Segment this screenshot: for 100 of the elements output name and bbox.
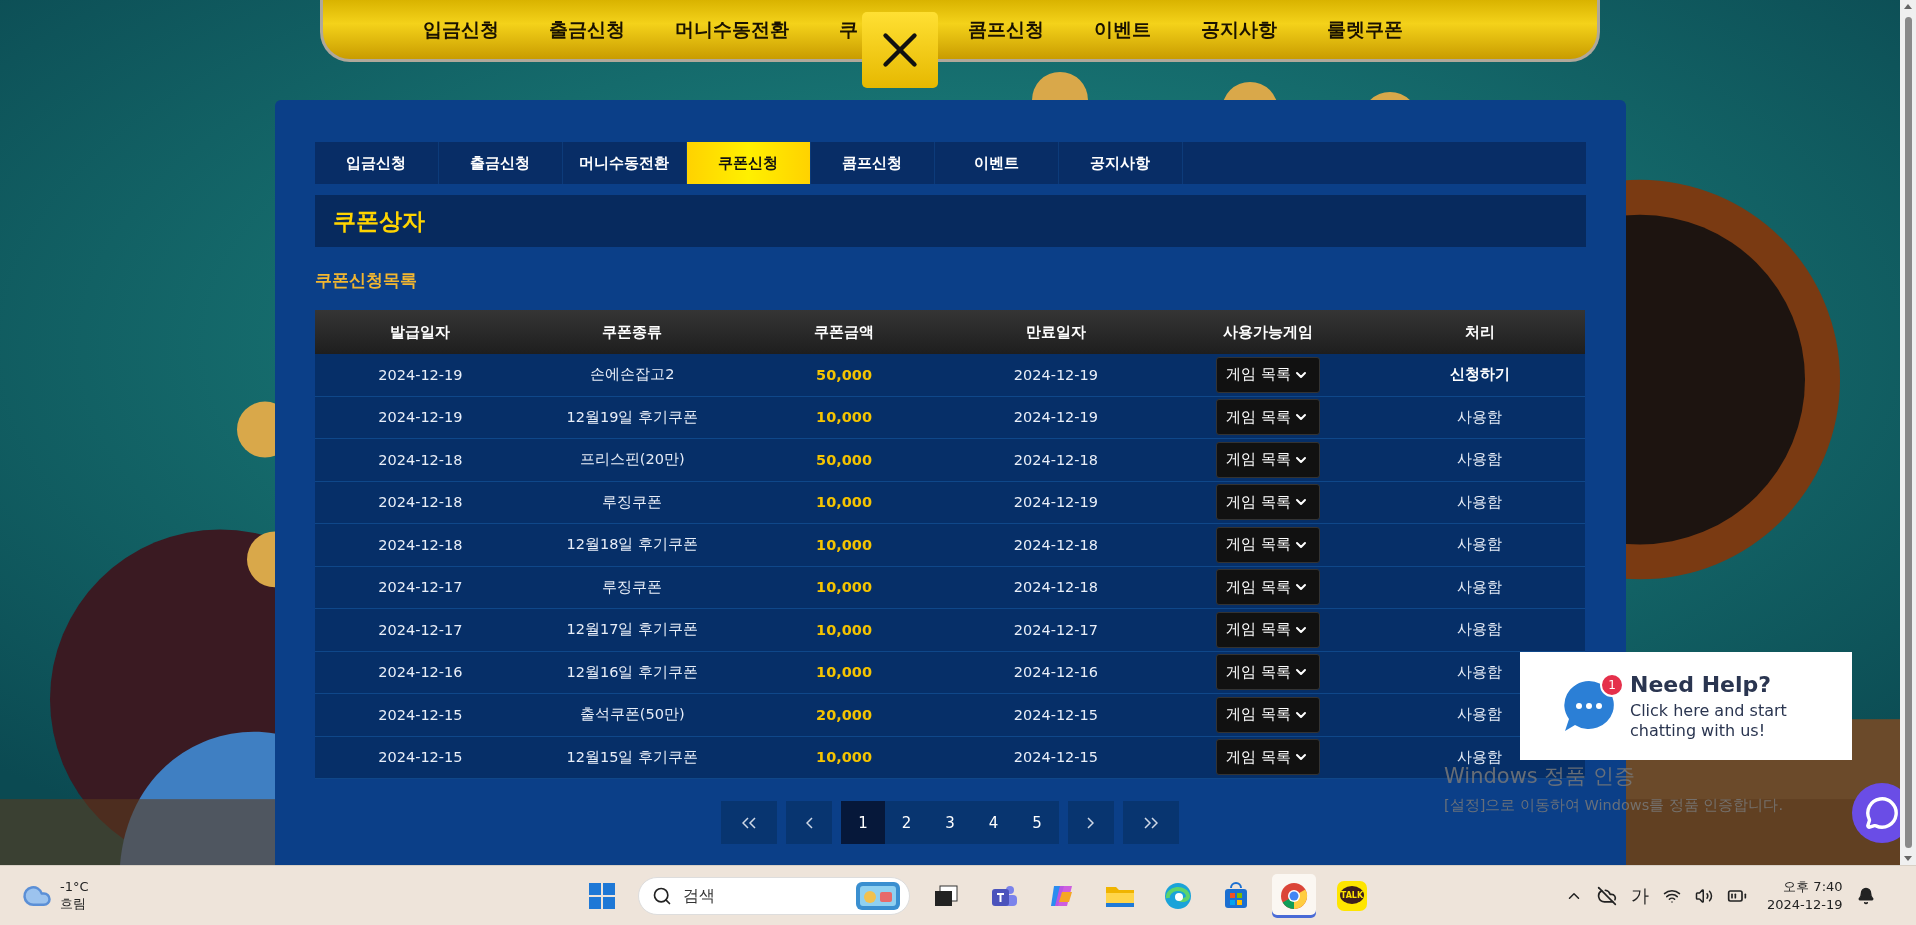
column-header: 만료일자 (950, 310, 1162, 354)
table-cell: 12월18일 후기쿠폰 (526, 524, 739, 567)
game-select[interactable]: 게임 목록 (1215, 739, 1320, 776)
page-button[interactable]: 4 (971, 801, 1016, 844)
game-select[interactable]: 게임 목록 (1215, 484, 1320, 521)
table-cell: 손에손잡고2 (526, 354, 739, 397)
page-button[interactable]: 5 (1015, 801, 1059, 844)
close-button[interactable] (862, 12, 938, 88)
game-select[interactable]: 게임 목록 (1215, 611, 1320, 648)
round-logo-icon (1280, 881, 1308, 910)
menu-link[interactable]: 쿠 (839, 16, 858, 43)
table-cell: 2024-12-18 (314, 524, 527, 567)
menu-link[interactable]: 출금신청 (549, 16, 625, 43)
table-cell: 12월17일 후기쿠폰 (526, 609, 739, 652)
game-select[interactable]: 게임 목록 (1215, 356, 1320, 393)
table-cell: 2024-12-15 (314, 736, 527, 779)
speaker-icon[interactable] (1695, 886, 1713, 905)
double-chevron-right-icon (1143, 816, 1158, 829)
list-title: 쿠폰신청목록 (314, 269, 418, 292)
table-cell: 2024-12-18 (950, 439, 1162, 482)
game-select[interactable]: 게임 목록 (1215, 569, 1320, 606)
bag-icon (1222, 881, 1250, 910)
table-cell: 12월16일 후기쿠폰 (526, 651, 739, 694)
page-button[interactable]: 2 (884, 801, 929, 844)
scrollbar[interactable] (1900, 0, 1916, 866)
tab[interactable]: 입금신청 (314, 142, 439, 184)
last-page-button[interactable] (1122, 801, 1179, 844)
table-cell: 50,000 (738, 439, 950, 482)
game-select[interactable]: 게임 목록 (1215, 441, 1320, 478)
tab[interactable]: 공지사항 (1058, 142, 1183, 184)
clock-time[interactable]: 오후 7:40 (1767, 878, 1843, 896)
table-cell: 사용함 (1373, 609, 1586, 652)
game-select[interactable]: 게임 목록 (1215, 526, 1320, 563)
table-cell: 12월19일 후기쿠폰 (526, 396, 739, 439)
weather-condition: 흐림 (60, 895, 87, 913)
notification-badge: 1 (1600, 673, 1624, 697)
help-title: Need Help? (1630, 671, 1773, 697)
table-cell: 루징쿠폰 (526, 481, 739, 524)
menu-link[interactable]: 머니수동전환 (675, 16, 789, 43)
menu-link[interactable]: 콤프신청 (968, 16, 1044, 43)
table-cell: 루징쿠폰 (526, 566, 739, 609)
table-cell: 2024-12-15 (950, 736, 1162, 779)
chevron-left-icon (805, 816, 813, 829)
table-cell: 사용함 (1373, 439, 1586, 482)
table-cell: 10,000 (738, 566, 950, 609)
column-header: 쿠폰종류 (526, 310, 739, 354)
table-cell: 2024-12-18 (314, 481, 527, 524)
chat-app-button[interactable]: TALK (1330, 873, 1374, 918)
tab[interactable]: 출금신청 (438, 142, 563, 184)
table-cell: 2024-12-19 (314, 354, 527, 397)
cloud-off-icon[interactable] (1597, 885, 1617, 906)
menu-link[interactable]: 이벤트 (1094, 16, 1151, 43)
tab[interactable]: 이벤트 (934, 142, 1059, 184)
table-cell: 사용함 (1373, 566, 1586, 609)
table-cell: 2024-12-15 (314, 694, 527, 737)
chevron-right-icon (1087, 816, 1095, 829)
tab[interactable]: 쿠폰신청 (686, 142, 811, 184)
table-cell: 프리스핀(20만) (526, 439, 739, 482)
page-button[interactable]: 3 (928, 801, 972, 844)
bell-icon[interactable] (1856, 886, 1875, 905)
help-widget[interactable]: 1 Need Help? Click here and start chatting with us! (1520, 652, 1852, 760)
menu-link[interactable]: 공지사항 (1201, 16, 1277, 43)
table-cell: 2024-12-18 (950, 524, 1162, 567)
table-cell: 10,000 (738, 481, 950, 524)
table-cell: 10,000 (738, 524, 950, 567)
swirl-icon (1164, 881, 1192, 910)
table-cell: 2024-12-17 (314, 609, 527, 652)
menu-link[interactable]: 룰렛쿠폰 (1327, 16, 1403, 43)
scroll-down-icon[interactable] (1904, 856, 1912, 862)
game-select[interactable]: 게임 목록 (1215, 399, 1320, 436)
scroll-up-icon[interactable] (1904, 4, 1912, 9)
table-cell: 2024-12-19 (950, 481, 1162, 524)
input-method-indicator[interactable]: 가 (1631, 883, 1649, 908)
table-cell: 2024-12-19 (950, 396, 1162, 439)
first-page-button[interactable] (721, 801, 778, 844)
task-view-icon (934, 884, 958, 907)
search-icon (652, 885, 672, 906)
game-select[interactable]: 게임 목록 (1215, 654, 1320, 691)
table-cell: 10,000 (738, 396, 950, 439)
table-cell: 50,000 (738, 354, 950, 397)
table-cell: 2024-12-18 (950, 566, 1162, 609)
table-cell: 출석쿠폰(50만) (526, 694, 739, 737)
menu-link[interactable]: 입금신청 (423, 16, 499, 43)
page-button[interactable]: 1 (841, 801, 885, 844)
clock-date[interactable]: 2024-12-19 (1767, 895, 1843, 914)
speech-bubble-icon: TALK (1336, 879, 1368, 912)
tab[interactable]: 콤프신청 (810, 142, 935, 184)
apply-link[interactable]: 신청하기 (1373, 354, 1586, 397)
column-header: 쿠폰금액 (738, 310, 950, 354)
table-cell: 2024-12-16 (950, 651, 1162, 694)
game-select[interactable]: 게임 목록 (1215, 696, 1320, 733)
table-cell: 2024-12-19 (950, 354, 1162, 397)
column-header: 사용가능게임 (1161, 310, 1374, 354)
windows-logo-icon (589, 882, 615, 909)
table-cell: 2024-12-17 (950, 609, 1162, 652)
tab[interactable]: 머니수동전환 (562, 142, 687, 184)
chat-icon (1865, 796, 1899, 830)
table-cell: 2024-12-18 (314, 439, 527, 482)
section-title: 쿠폰상자 (332, 206, 425, 236)
help-text: Click here and start chatting with us! (1630, 700, 1788, 741)
